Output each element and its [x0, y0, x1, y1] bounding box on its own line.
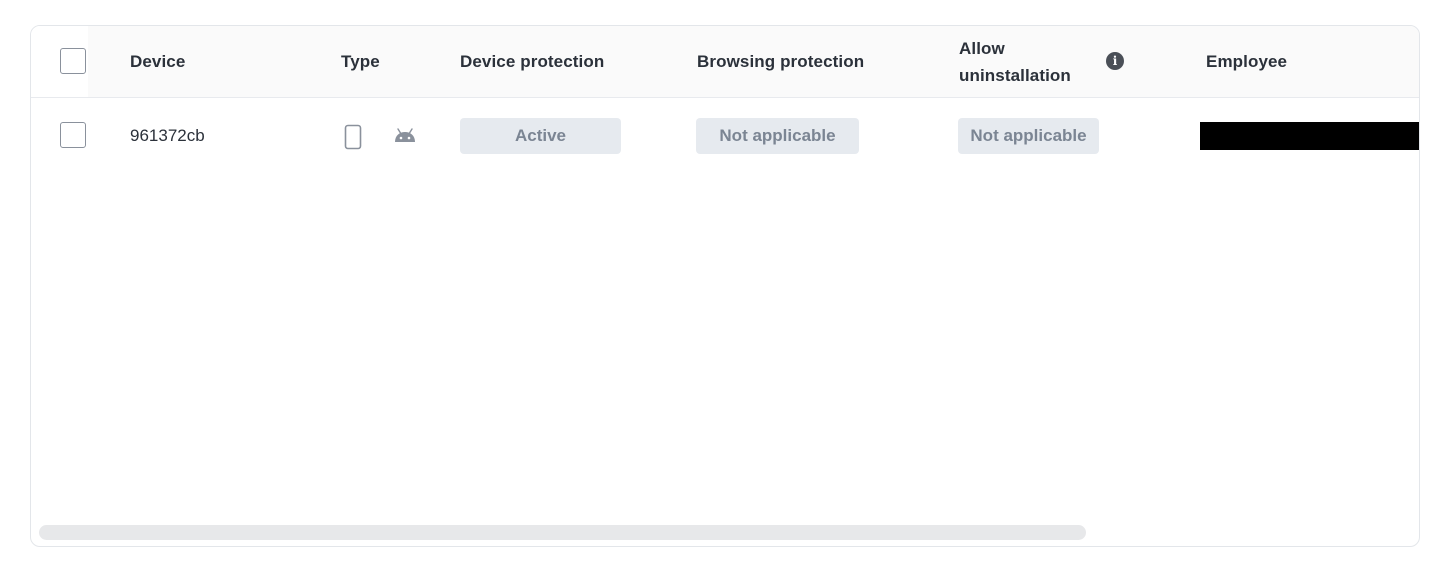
column-header-device-protection[interactable]: Device protection — [460, 26, 604, 97]
device-protection-badge: Active — [460, 118, 621, 154]
allow-uninstallation-badge: Not applicable — [958, 118, 1099, 154]
employee-redacted — [1200, 122, 1419, 150]
browsing-protection-status: Not applicable — [719, 126, 836, 145]
table-row[interactable]: 961372cb Active Not applicable Not appli… — [31, 98, 1419, 174]
column-header-employee-label: Employee — [1206, 51, 1288, 71]
devices-table: Device Type Device protection Browsing p… — [30, 25, 1420, 547]
column-header-browsing-protection-label: Browsing protection — [697, 51, 865, 71]
device-name[interactable]: 961372cb — [130, 126, 205, 146]
column-header-device[interactable]: Device — [130, 26, 185, 97]
column-header-allow-uninstallation[interactable]: Allow uninstallation — [959, 26, 1071, 97]
table-header: Device Type Device protection Browsing p… — [31, 26, 1419, 98]
horizontal-scrollbar[interactable] — [39, 525, 1086, 540]
column-header-browsing-protection[interactable]: Browsing protection — [697, 26, 864, 97]
mobile-phone-icon — [344, 124, 362, 150]
column-header-device-protection-label: Device protection — [460, 51, 605, 71]
allow-uninstallation-status: Not applicable — [970, 126, 1087, 145]
column-header-type[interactable]: Type — [341, 26, 380, 97]
column-header-allow-uninstallation-line1: Allow — [959, 38, 1005, 58]
select-all-checkbox[interactable] — [60, 48, 86, 74]
column-header-allow-uninstallation-line2: uninstallation — [959, 65, 1071, 85]
device-protection-status: Active — [514, 126, 567, 145]
browsing-protection-badge: Not applicable — [696, 118, 859, 154]
row-select-checkbox[interactable] — [60, 122, 86, 148]
column-header-device-label: Device — [130, 51, 186, 71]
info-icon[interactable]: i — [1106, 52, 1124, 70]
column-header-employee[interactable]: Employee — [1206, 26, 1287, 97]
select-column-header — [31, 26, 88, 97]
column-header-type-label: Type — [341, 51, 380, 71]
android-icon — [395, 128, 415, 142]
